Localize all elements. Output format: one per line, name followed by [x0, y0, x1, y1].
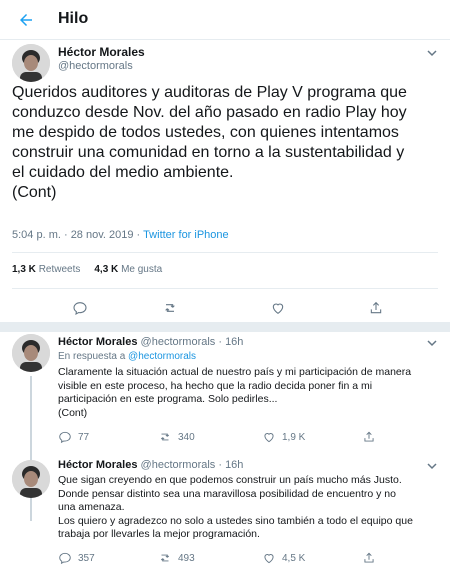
retweet-count: 340	[178, 431, 195, 443]
retweet-button[interactable]	[162, 300, 178, 316]
tweet-actions	[0, 300, 450, 322]
like-count: 4,5 K	[282, 552, 306, 564]
like-count: 1,9 K	[282, 431, 306, 443]
tweet-timestamp[interactable]: 5:04 p. m. · 28 nov. 2019 ·	[12, 229, 143, 241]
reply-count: 77	[78, 431, 90, 443]
reply-button[interactable]: 77	[58, 430, 89, 444]
tweet-text: Queridos auditores y auditoras de Play V…	[12, 84, 407, 201]
chevron-down-icon	[427, 463, 437, 470]
tweet-menu-button[interactable]	[426, 46, 438, 58]
reply-button[interactable]: 357	[58, 551, 95, 565]
likes-label: Me gusta	[121, 264, 163, 275]
tweet-menu-button[interactable]	[426, 459, 438, 471]
reply-button[interactable]	[72, 300, 88, 316]
author-meta[interactable]: @hectormorals · 16h	[141, 459, 244, 471]
share-icon	[364, 431, 374, 442]
tweet-actions: 357 493 4,5 K	[0, 551, 450, 569]
author-name[interactable]: Héctor Morales	[58, 336, 137, 348]
tweet-meta: 5:04 p. m. · 28 nov. 2019 · Twitter for …	[12, 229, 229, 241]
reply-handle-link[interactable]: @hectormorals	[128, 351, 196, 362]
reply-prefix: En respuesta a	[58, 351, 129, 362]
tweet-stats: 1,3 K Retweets 4,3 K Me gusta	[12, 264, 162, 275]
chevron-down-icon	[427, 50, 437, 57]
page-title: Hilo	[58, 10, 89, 27]
like-button[interactable]: 1,9 K	[262, 430, 305, 444]
heart-icon	[264, 433, 274, 443]
avatar[interactable]	[12, 44, 50, 82]
share-icon	[370, 301, 382, 314]
profile-photo	[12, 44, 50, 82]
tweet-actions: 77 340 1,9 K	[0, 430, 450, 448]
retweet-icon	[160, 433, 170, 441]
like-button[interactable]: 4,5 K	[262, 551, 305, 565]
reply-icon	[59, 431, 71, 444]
likes-count: 4,3 K	[94, 264, 119, 275]
retweet-icon	[160, 554, 170, 562]
retweets-stat[interactable]: 1,3 K Retweets	[12, 264, 80, 275]
back-button[interactable]	[14, 8, 38, 32]
likes-stat[interactable]: 4,3 K Me gusta	[94, 264, 162, 275]
reply-header: Héctor Morales @hectormorals · 16h	[58, 459, 243, 471]
profile-photo	[12, 460, 50, 498]
reply-icon	[59, 552, 71, 565]
tweet-text: Que sigan creyendo en que podemos constr…	[58, 474, 413, 540]
tweet-source-link[interactable]: Twitter for iPhone	[143, 229, 229, 241]
share-button[interactable]	[368, 300, 384, 316]
chevron-down-icon	[427, 340, 437, 347]
section-separator	[0, 322, 450, 332]
share-icon	[364, 552, 374, 563]
reply-count: 357	[78, 552, 95, 564]
heart-icon	[272, 303, 284, 314]
share-button[interactable]	[362, 430, 376, 444]
like-button[interactable]	[270, 300, 286, 316]
tweet-text: Claramente la situación actual de nuestr…	[58, 366, 412, 419]
avatar[interactable]	[12, 334, 50, 372]
reply-context: En respuesta a @hectormorals	[58, 351, 196, 362]
profile-photo	[12, 334, 50, 372]
thread-line	[30, 376, 32, 521]
author-meta[interactable]: @hectormorals · 16h	[141, 336, 244, 348]
retweets-count: 1,3 K	[12, 264, 36, 275]
author-handle[interactable]: @hectormorals	[58, 60, 133, 72]
retweets-label: Retweets	[38, 264, 81, 275]
retweet-count: 493	[178, 552, 195, 564]
arrow-left-icon	[20, 14, 32, 26]
tweet-menu-button[interactable]	[426, 336, 438, 348]
divider	[12, 252, 438, 253]
retweet-icon	[165, 304, 175, 312]
reply-icon	[73, 302, 87, 316]
divider	[12, 288, 438, 289]
author-name[interactable]: Héctor Morales	[58, 45, 145, 59]
heart-icon	[264, 554, 274, 564]
share-button[interactable]	[362, 551, 376, 565]
top-bar: Hilo	[0, 0, 450, 40]
retweet-button[interactable]: 340	[158, 430, 195, 444]
reply-header: Héctor Morales @hectormorals · 16h	[58, 336, 243, 348]
retweet-button[interactable]: 493	[158, 551, 195, 565]
author-name[interactable]: Héctor Morales	[58, 459, 137, 471]
avatar[interactable]	[12, 460, 50, 498]
